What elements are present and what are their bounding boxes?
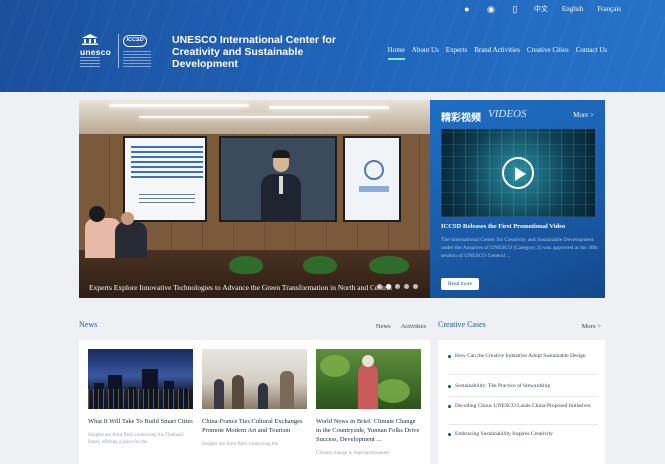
lang-french[interactable]: Français <box>597 5 621 13</box>
tab-activities[interactable]: Activities <box>401 323 426 330</box>
case-item[interactable]: Embracing Sustainability Inspires Creati… <box>448 430 598 438</box>
un-logo-screen <box>343 136 401 222</box>
video-description: The International Center for Creativity … <box>441 237 598 259</box>
news-tabs: News Activities <box>376 323 426 330</box>
iccsd-logo: ICCSD <box>123 35 147 47</box>
attendee-figure <box>115 222 147 258</box>
news-card-desc: Insights are from Paris connecting the <box>202 442 278 447</box>
table-plant <box>229 256 263 274</box>
case-divider <box>448 396 598 397</box>
unesco-subtext <box>80 57 100 67</box>
read-more-button[interactable]: Read more <box>441 278 479 290</box>
meeting-slide-screen <box>123 136 207 222</box>
hero-caption[interactable]: Experts Explore Innovative Technologies … <box>89 283 392 292</box>
carousel-dot-active[interactable] <box>386 284 391 289</box>
hero-ceiling <box>79 100 430 134</box>
cases-more-link[interactable]: More > <box>582 323 601 330</box>
table-plant <box>303 256 337 274</box>
carousel-dots <box>377 284 418 289</box>
table-plant <box>369 256 409 274</box>
main-nav: Home About Us Experts Brand Activities C… <box>387 46 607 60</box>
news-section-title: News <box>79 320 98 329</box>
videos-title-en: VIDEOS <box>488 108 527 120</box>
unesco-wordmark: unesco <box>80 47 111 57</box>
cases-header: Creative Cases More > <box>438 320 605 334</box>
speaker-hair <box>272 150 290 158</box>
wechat-icon[interactable]: ● <box>462 4 472 14</box>
visitor-figure <box>214 379 224 409</box>
news-image-expo[interactable] <box>202 349 307 409</box>
farmer-figure <box>358 363 378 409</box>
visitor-figure <box>232 375 244 409</box>
cases-panel: How Can the Creative Industries Adopt Su… <box>438 340 605 464</box>
utility-bar: ● ◉ ▯ 中文 English Français <box>462 4 621 14</box>
nav-home[interactable]: Home <box>387 46 405 60</box>
speaker-tie <box>279 176 283 194</box>
ceiling-light <box>139 116 369 118</box>
visitor-figure <box>280 371 294 409</box>
nav-about-us[interactable]: About Us <box>412 46 439 54</box>
ceiling-light <box>109 104 249 107</box>
attendee-hair <box>89 206 105 222</box>
case-divider <box>448 424 598 425</box>
tab-news[interactable]: News <box>376 323 391 330</box>
news-panel: What It Will Take To Build Smart Cities … <box>79 340 430 464</box>
nav-contact-us[interactable]: Contact Us <box>576 46 607 54</box>
news-header: News News Activities <box>79 320 430 334</box>
news-card-title[interactable]: China-France Ties Cultural Exchanges Pro… <box>202 417 307 435</box>
case-divider <box>448 374 598 375</box>
farmer-headscarf <box>362 355 374 367</box>
carousel-dot[interactable] <box>413 284 418 289</box>
ceiling-light <box>269 106 389 109</box>
city-lights <box>88 389 193 409</box>
cases-section-title: Creative Cases <box>438 320 486 329</box>
play-button[interactable] <box>502 157 534 189</box>
video-call-screen <box>219 136 337 222</box>
lang-chinese[interactable]: 中文 <box>534 4 548 14</box>
news-card[interactable]: World News in Brief: Climate Change in t… <box>316 349 421 457</box>
iccsd-subtext <box>123 51 151 67</box>
logo-block[interactable]: unesco ICCSD <box>80 33 162 71</box>
visitor-figure <box>258 383 268 409</box>
logo-divider <box>118 34 119 68</box>
news-card-title[interactable]: What It Will Take To Build Smart Cities <box>88 417 193 426</box>
slide-title-lines <box>131 146 203 180</box>
site-header: ● ◉ ▯ 中文 English Français unesco ICCSD U… <box>0 0 665 92</box>
video-thumbnail[interactable] <box>441 129 595 217</box>
unesco-temple-icon <box>82 34 98 45</box>
nav-experts[interactable]: Experts <box>446 46 467 54</box>
site-title[interactable]: UNESCO International Center for Creativi… <box>172 34 342 70</box>
hero-carousel[interactable]: Experts Explore Innovative Technologies … <box>79 100 430 298</box>
case-item[interactable]: How Can the Creative Industries Adopt Su… <box>448 352 598 360</box>
news-card-title[interactable]: World News in Brief: Climate Change in t… <box>316 417 421 444</box>
weibo-icon[interactable]: ◉ <box>486 4 496 14</box>
case-item[interactable]: Sustainability: The Practice of Stewards… <box>448 382 598 390</box>
news-card-desc: Climate change is disproportionately <box>316 451 390 456</box>
news-image-city[interactable] <box>88 349 193 409</box>
play-icon <box>515 167 526 181</box>
nav-creative-cities[interactable]: Creative Cities <box>527 46 569 54</box>
speaker-figure <box>261 148 301 222</box>
mobile-icon[interactable]: ▯ <box>510 4 520 14</box>
nav-brand-activities[interactable]: Brand Activities <box>474 46 520 54</box>
news-card[interactable]: What It Will Take To Build Smart Cities … <box>88 349 193 446</box>
videos-panel: 精彩视频 VIDEOS More > ICCSD Releases the Fi… <box>430 100 605 298</box>
news-card[interactable]: China-France Ties Cultural Exchanges Pro… <box>202 349 307 448</box>
lang-english[interactable]: English <box>562 5 583 13</box>
slide-sub-lines <box>139 194 195 206</box>
video-headline[interactable]: ICCSD Releases the First Promotional Vid… <box>441 223 599 230</box>
un-emblem-icon <box>364 160 384 180</box>
news-image-farm[interactable] <box>316 349 421 409</box>
carousel-dot[interactable] <box>377 284 382 289</box>
videos-more-link[interactable]: More > <box>573 111 594 119</box>
attendee-head <box>121 212 134 225</box>
case-item[interactable]: Decoding China: UNESCO Lauds China-Propo… <box>448 402 598 410</box>
carousel-dot[interactable] <box>404 284 409 289</box>
videos-title-cn: 精彩视频 <box>441 113 481 124</box>
leaf <box>376 379 410 403</box>
screen-label <box>359 186 389 192</box>
leaf <box>320 355 350 377</box>
carousel-dot[interactable] <box>395 284 400 289</box>
news-card-desc: Insights are from Paris connecting the T… <box>88 433 184 445</box>
